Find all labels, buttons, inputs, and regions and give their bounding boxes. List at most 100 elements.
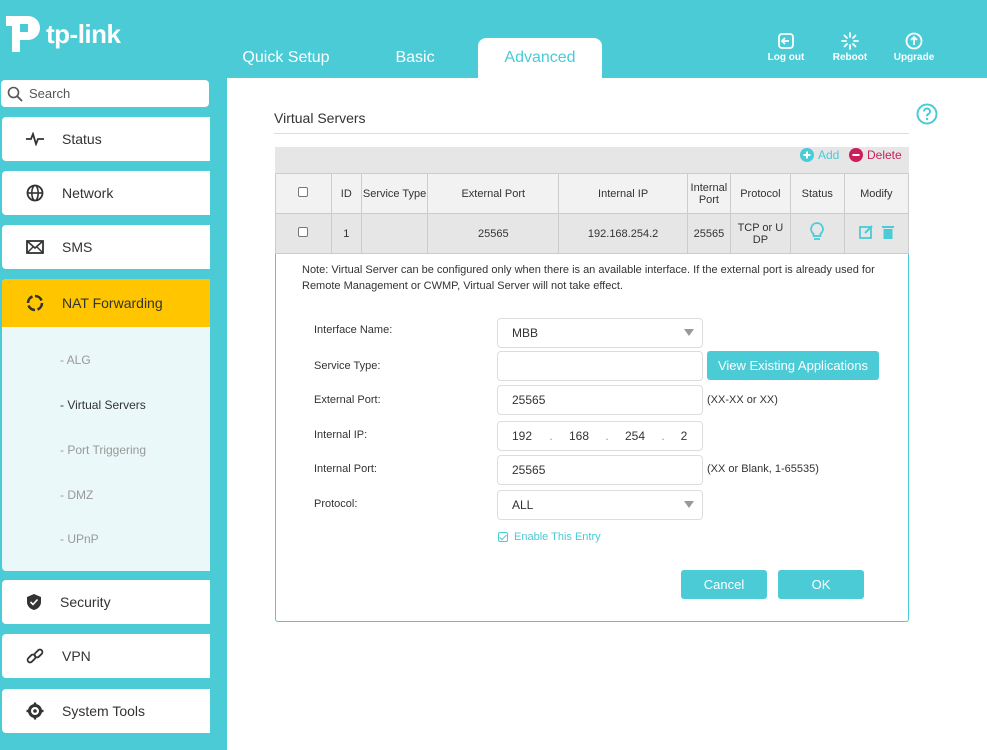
table-header-row: ID Service Type External Port Internal I… — [275, 173, 910, 214]
sidebar-item-label: Status — [62, 131, 102, 147]
interface-name-select[interactable]: MBB — [497, 318, 703, 348]
delete-icon — [849, 148, 863, 162]
ip-dot: . — [661, 429, 665, 443]
sidebar-subitem-virtual-servers[interactable]: - Virtual Servers — [60, 398, 146, 412]
status-icon — [26, 132, 44, 146]
row-select-cell[interactable] — [275, 213, 332, 254]
lightbulb-icon[interactable] — [810, 222, 825, 242]
enable-entry-label: Enable This Entry — [514, 531, 601, 543]
brand-name: tp-link — [46, 18, 121, 49]
trash-icon[interactable] — [881, 225, 894, 239]
sidebar-item-network[interactable]: Network — [2, 171, 210, 215]
sidebar-item-status[interactable]: Status — [2, 117, 210, 161]
column-header: Protocol — [729, 173, 791, 214]
logout-button[interactable]: Log out — [758, 32, 814, 63]
search-input[interactable]: Search — [1, 80, 209, 107]
sidebar-item-vpn[interactable]: VPN — [2, 634, 210, 678]
ip-octet[interactable]: 168 — [560, 429, 598, 443]
tp-link-logo: tp-link — [2, 14, 142, 54]
protocol-value: ALL — [512, 498, 534, 512]
sidebar-item-label: NAT Forwarding — [62, 295, 163, 311]
tp-link-logo-icon — [6, 16, 40, 52]
internal-ip-label: Internal IP: — [314, 429, 368, 441]
service-type-label: Service Type: — [314, 360, 381, 372]
sidebar-subitem-port-triggering[interactable]: - Port Triggering — [60, 443, 146, 457]
interface-name-label: Interface Name: — [314, 324, 393, 336]
service-type-input[interactable] — [497, 351, 703, 381]
ip-dot: . — [549, 429, 553, 443]
internal-ip-input[interactable]: 192 . 168 . 254 . 2 — [497, 421, 703, 451]
external-port-input[interactable]: 25565 — [497, 385, 703, 415]
tab-advanced[interactable]: Advanced — [478, 38, 602, 78]
gear-icon — [26, 702, 44, 720]
column-header: Internal IP — [558, 173, 688, 214]
table-row: 1 25565 192.168.254.2 25565 TCP or U DP — [275, 213, 910, 254]
reboot-label: Reboot — [832, 52, 868, 63]
add-button[interactable]: Add — [800, 148, 839, 162]
delete-button[interactable]: Delete — [849, 148, 902, 162]
checkbox-icon[interactable] — [498, 532, 508, 542]
upgrade-button[interactable]: Upgrade — [886, 32, 942, 63]
view-existing-applications-button[interactable]: View Existing Applications — [707, 351, 879, 380]
link-icon — [26, 648, 44, 664]
select-all-checkbox[interactable] — [298, 187, 309, 197]
sidebar-item-security[interactable]: Security — [2, 580, 210, 624]
sidebar-item-label: System Tools — [62, 703, 145, 719]
interface-name-value: MBB — [512, 326, 539, 340]
column-header: Modify — [843, 173, 910, 214]
sidebar-subitem-upnp[interactable]: - UPnP — [60, 532, 99, 546]
ok-button[interactable]: OK — [778, 570, 864, 599]
sidebar-item-sms[interactable]: SMS — [2, 225, 210, 269]
column-header: Service Type — [360, 173, 429, 214]
sidebar-item-system-tools[interactable]: System Tools — [2, 689, 210, 733]
cell-internal-port: 25565 — [686, 213, 731, 254]
internal-port-input[interactable]: 25565 — [497, 455, 703, 485]
internal-port-label: Internal Port: — [314, 463, 377, 475]
reboot-button[interactable]: Reboot — [822, 32, 878, 63]
sidebar-item-label: Security — [60, 594, 111, 610]
logout-label: Log out — [767, 52, 805, 63]
logout-icon — [778, 33, 794, 49]
reboot-icon — [841, 32, 859, 50]
select-all-cell[interactable] — [275, 173, 332, 214]
nat-forwarding-group: NAT Forwarding — [2, 279, 210, 571]
internal-port-hint: (XX or Blank, 1-65535) — [707, 463, 819, 475]
chevron-down-icon — [684, 329, 694, 336]
cancel-button[interactable]: Cancel — [681, 570, 767, 599]
sidebar-item-nat-forwarding[interactable]: NAT Forwarding — [2, 279, 210, 327]
upgrade-label: Upgrade — [893, 52, 935, 63]
ip-octet[interactable]: 192 — [512, 429, 542, 443]
row-checkbox[interactable] — [298, 227, 309, 237]
sidebar-subitem-alg[interactable]: - ALG — [60, 353, 91, 367]
ip-octet[interactable]: 254 — [616, 429, 654, 443]
section-divider — [274, 133, 909, 134]
tab-basic[interactable]: Basic — [380, 38, 450, 78]
protocol-select[interactable]: ALL — [497, 490, 703, 520]
nat-icon — [26, 294, 44, 312]
column-header: Status — [789, 173, 845, 214]
ip-octet[interactable]: 2 — [672, 429, 696, 443]
sidebar-item-label: VPN — [62, 648, 91, 664]
column-header: External Port — [427, 173, 560, 214]
cell-status[interactable] — [789, 213, 845, 254]
add-icon — [800, 148, 814, 162]
help-icon[interactable] — [916, 103, 938, 125]
edit-icon[interactable] — [858, 225, 875, 239]
globe-icon — [26, 184, 44, 202]
delete-label: Delete — [867, 148, 902, 162]
search-icon — [7, 86, 23, 102]
external-port-hint: (XX-XX or XX) — [707, 394, 778, 406]
shield-icon — [27, 594, 41, 610]
column-header: Internal Port — [686, 173, 731, 214]
cell-service-type — [360, 213, 429, 254]
sidebar-subitem-dmz[interactable]: - DMZ — [60, 488, 93, 502]
note-text: Note: Virtual Server can be configured o… — [302, 264, 875, 292]
cell-external-port: 25565 — [427, 213, 560, 254]
cell-modify — [843, 213, 910, 254]
cell-internal-ip: 192.168.254.2 — [558, 213, 688, 254]
upgrade-icon — [905, 32, 923, 50]
enable-entry-checkbox[interactable]: Enable This Entry — [498, 531, 601, 543]
section-title: Virtual Servers — [274, 110, 366, 126]
tab-quick-setup[interactable]: Quick Setup — [236, 38, 336, 78]
search-placeholder: Search — [29, 86, 71, 101]
